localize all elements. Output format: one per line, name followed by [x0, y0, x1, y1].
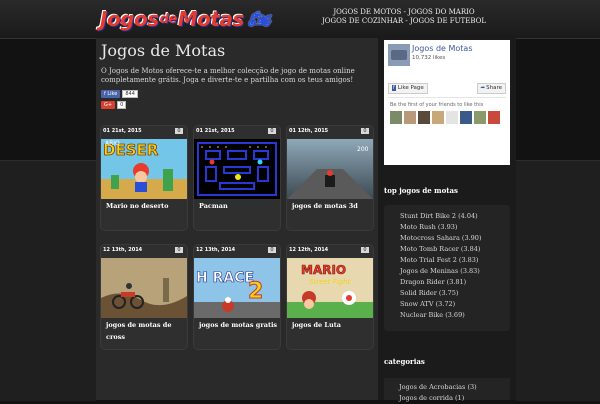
- list-item[interactable]: Moto Rush (3.93): [400, 222, 510, 233]
- game-title[interactable]: jogos de motas de cross: [101, 319, 187, 347]
- facebook-friends-text: Be the first of your friends to like thi…: [390, 102, 484, 108]
- svg-text:Street Fight: Street Fight: [309, 278, 351, 286]
- list-item[interactable]: Jogos de Meninas (3.83): [400, 266, 510, 277]
- list-item[interactable]: Moto Trial Fest 2 (3.83): [400, 255, 510, 266]
- list-item[interactable]: Stunt Dirt Bike 2 (4.04): [400, 211, 510, 222]
- right-background-band: [516, 160, 600, 401]
- gplus-label: G+: [101, 101, 116, 109]
- svg-text:ARIO: ARIO: [105, 140, 120, 147]
- svg-text:H RACE: H RACE: [196, 270, 254, 286]
- top-games-list: Stunt Dirt Bike 2 (4.04) Moto Rush (3.93…: [384, 205, 510, 331]
- game-title[interactable]: jogos de Luta: [287, 319, 373, 347]
- game-card[interactable]: 12 13th, 2014 0 H RACE 2 jogos de motas …: [194, 245, 280, 349]
- game-title[interactable]: jogos de motas 3d: [287, 200, 373, 228]
- top-navigation: JOGOS DE MOTOS - JOGOS DO MARIO JOGOS DE…: [322, 8, 486, 25]
- facebook-like-label: f Like: [101, 90, 121, 98]
- facebook-like-button[interactable]: f Like 844: [101, 90, 138, 98]
- categories-title: categorias: [384, 357, 425, 366]
- facebook-likes-count: 10,732 likes: [412, 55, 446, 61]
- comment-count: 0: [361, 128, 369, 134]
- list-item[interactable]: Dragon Rider (3.81): [400, 277, 510, 288]
- game-card[interactable]: 01 12th, 2015 0 200 jogos de motas 3d: [287, 126, 373, 230]
- intro-text: O Jogos de Motos oferece-te a melhor col…: [101, 67, 355, 84]
- nav-link-jogos-do-mario[interactable]: JOGOS DO MARIO: [408, 8, 474, 16]
- facebook-faces: [390, 111, 502, 124]
- facebook-icon: f: [392, 85, 396, 91]
- nav-link-jogos-de-cozinhar[interactable]: JOGOS DE COZINHAR: [322, 17, 403, 25]
- divider: [388, 97, 506, 98]
- game-thumbnail[interactable]: MARIO Street Fight: [287, 258, 373, 318]
- avatar[interactable]: [404, 111, 416, 124]
- svg-text:MARIO: MARIO: [301, 263, 346, 277]
- card-date: 01 12th, 2015: [289, 128, 329, 134]
- gplus-button[interactable]: G+ 0: [101, 101, 138, 109]
- page-title: Jogos de Motas: [101, 41, 226, 60]
- facebook-share-button[interactable]: ➦Share: [476, 83, 506, 94]
- list-item[interactable]: Jogos de Acrobacias (3): [399, 382, 510, 393]
- svg-text:200: 200: [357, 146, 369, 153]
- card-date: 01 21st, 2015: [196, 128, 235, 134]
- game-title[interactable]: jogos de motas gratis: [194, 319, 280, 347]
- list-item[interactable]: Jogos de corrida (1): [399, 393, 510, 404]
- card-date: 12 13th, 2014: [196, 247, 236, 253]
- logo-text-1: Jogos: [100, 7, 159, 31]
- facebook-page-name[interactable]: Jogos de Motas: [412, 44, 472, 53]
- nav-link-jogos-de-futebol[interactable]: JOGOS DE FUTEBOL: [410, 17, 486, 25]
- game-thumbnail[interactable]: H RACE 2: [194, 258, 280, 318]
- list-item[interactable]: Motocross Sahara (3.90): [400, 233, 510, 244]
- top-bar: [0, 0, 600, 39]
- game-thumbnail[interactable]: [101, 258, 187, 318]
- facebook-page-picture[interactable]: [388, 44, 410, 66]
- facebook-like-page-button[interactable]: f Like Page: [388, 83, 428, 94]
- comment-count: 0: [268, 247, 276, 253]
- comment-count: 0: [268, 128, 276, 134]
- top-games-title: top jogos de motas: [384, 186, 458, 195]
- share-label: Share: [486, 85, 502, 91]
- game-card[interactable]: 01 21st, 2015 0 Pacman: [194, 126, 280, 230]
- game-thumbnail[interactable]: DESER ARIO: [101, 139, 187, 199]
- comment-count: 0: [361, 247, 369, 253]
- card-date: 12 12th, 2014: [289, 247, 329, 253]
- left-background-band: [0, 160, 96, 401]
- facebook-page-widget: Jogos de Motas 10,732 likes f Like Page ➦…: [384, 40, 510, 165]
- avatar[interactable]: [460, 111, 472, 124]
- site-logo[interactable]: Jogos de Motas 🏍︎: [100, 6, 271, 32]
- logo-text-2: de: [159, 11, 178, 27]
- game-card[interactable]: 12 12th, 2014 0 MARIO Street Fight jogos…: [287, 245, 373, 349]
- card-date: 12 13th, 2014: [103, 247, 143, 253]
- card-date: 01 21st, 2015: [103, 128, 142, 134]
- avatar[interactable]: [432, 111, 444, 124]
- gplus-count: 0: [117, 101, 127, 109]
- svg-text:2: 2: [248, 279, 263, 304]
- nav-link-jogos-de-motos[interactable]: JOGOS DE MOTOS: [333, 8, 401, 16]
- avatar[interactable]: [474, 111, 486, 124]
- game-card[interactable]: 12 13th, 2014 0 jogos de motas de cross: [101, 245, 187, 349]
- share-icon: ➦: [480, 85, 486, 91]
- game-title[interactable]: Mario no deserto: [101, 200, 187, 228]
- game-title[interactable]: Pacman: [194, 200, 280, 228]
- facebook-like-count: 844: [122, 90, 138, 98]
- social-buttons: f Like 844 G+ 0: [101, 90, 138, 112]
- avatar[interactable]: [446, 111, 458, 124]
- logo-text-3: Motas: [177, 7, 245, 31]
- list-item[interactable]: Snow ATV (3.72): [400, 299, 510, 310]
- game-thumbnail[interactable]: 200: [287, 139, 373, 199]
- avatar[interactable]: [488, 111, 500, 124]
- motorcycle-icon: 🏍︎: [247, 8, 271, 30]
- comment-count: 0: [175, 247, 183, 253]
- game-card[interactable]: 01 21st, 2015 0 DESER ARIO Mario no dese…: [101, 126, 187, 230]
- list-item[interactable]: Solid Rider (3.75): [400, 288, 510, 299]
- comment-count: 0: [175, 128, 183, 134]
- like-page-label: Like Page: [397, 85, 424, 91]
- list-item[interactable]: Nuclear Bike (3.69): [400, 310, 510, 321]
- list-item[interactable]: Moto Tomb Racer (3.84): [400, 244, 510, 255]
- game-thumbnail[interactable]: [194, 139, 280, 199]
- categories-list: Jogos de Acrobacias (3) Jogos de corrida…: [384, 378, 510, 402]
- avatar[interactable]: [418, 111, 430, 124]
- avatar[interactable]: [390, 111, 402, 124]
